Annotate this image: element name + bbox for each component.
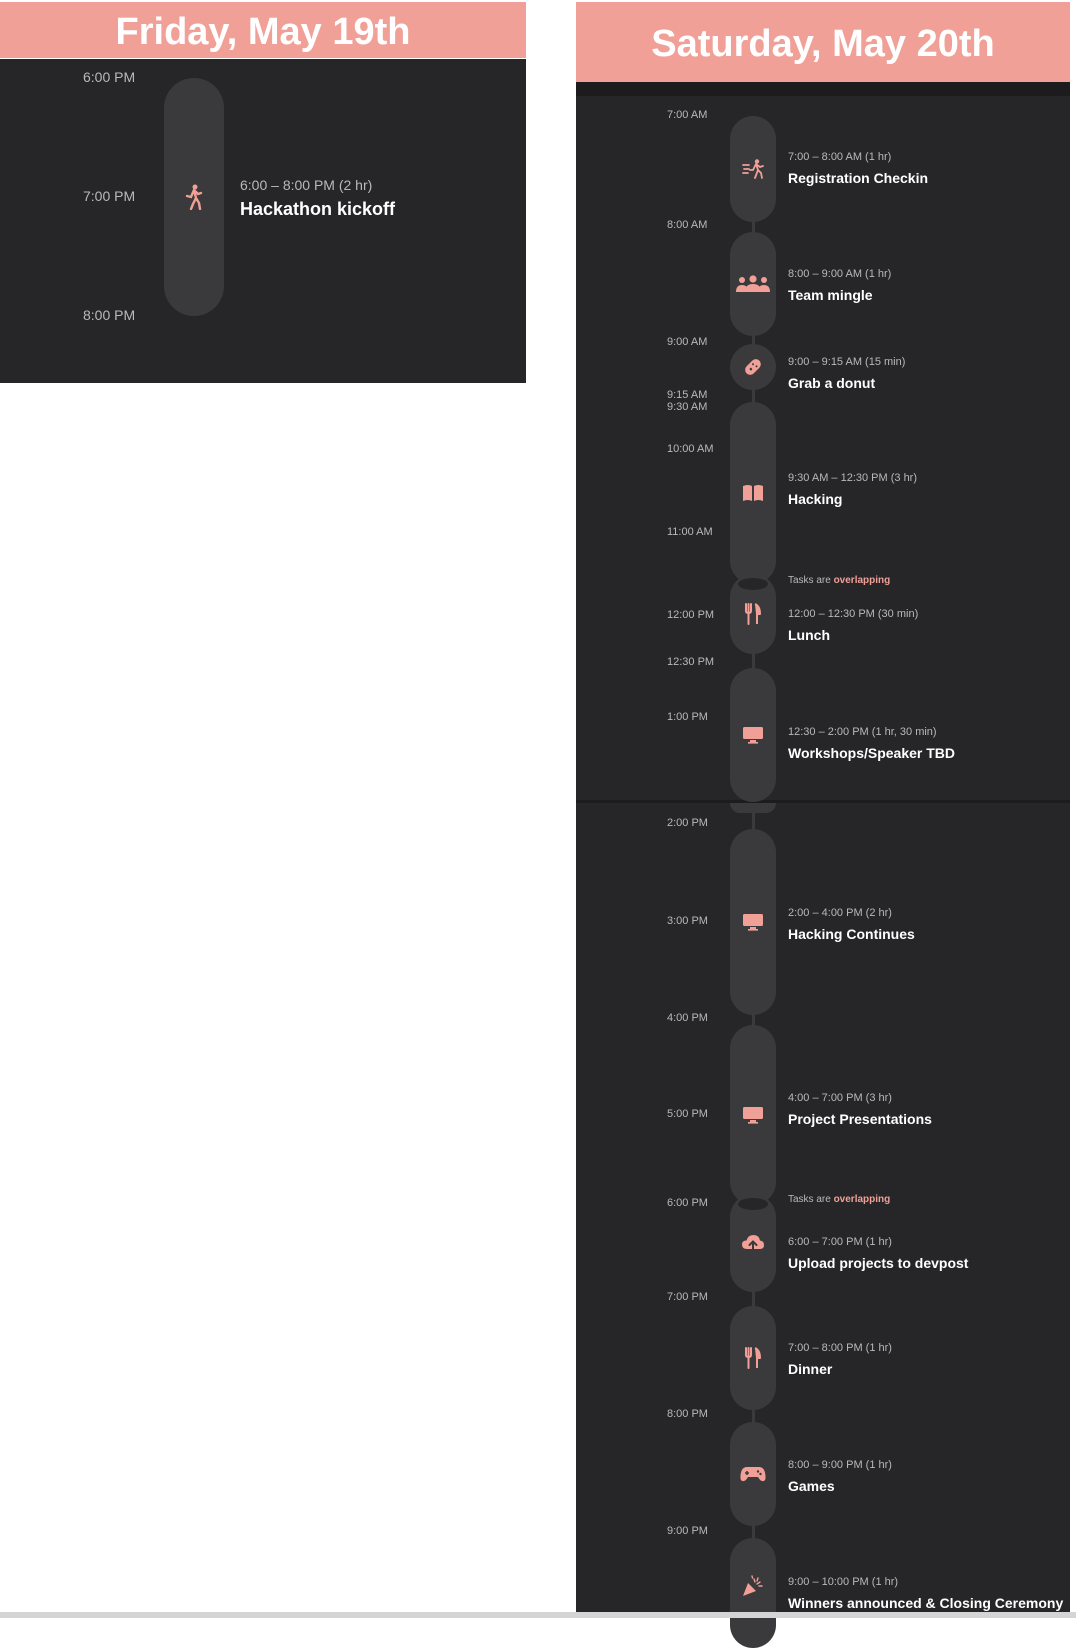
time-label: 7:00 PM (667, 1291, 708, 1303)
event-pill-dinner[interactable] (730, 1306, 776, 1410)
event-pill-hacking[interactable] (730, 402, 776, 584)
time-label: 7:00 AM (667, 109, 708, 121)
event-title: Grab a donut (788, 375, 876, 391)
event-title: Lunch (788, 627, 830, 643)
fork-knife-icon (745, 603, 761, 625)
time-label: 9:00 AM (667, 336, 708, 348)
saturday-header: Saturday, May 20th (576, 2, 1070, 82)
friday-panel: 6:00 PM 7:00 PM 8:00 PM 6:00 – 8:00 PM (… (0, 59, 526, 383)
event-pill-registration-checkin[interactable] (730, 116, 776, 222)
event-time-range: 9:30 AM – 12:30 PM (3 hr) (788, 472, 918, 484)
event-pill-workshops[interactable] (730, 668, 776, 802)
event-pill-team-mingle[interactable] (730, 232, 776, 336)
event-pill-games[interactable] (730, 1422, 776, 1526)
event-time-range: 9:00 – 10:00 PM (1 hr) (788, 1576, 899, 1588)
time-label: 3:00 PM (667, 915, 708, 927)
event-time-range: 7:00 – 8:00 PM (1 hr) (788, 1342, 892, 1354)
monitor-icon (742, 726, 764, 744)
event-time-range: 4:00 – 7:00 PM (3 hr) (788, 1092, 892, 1104)
event-title: Winners announced & Closing Ceremony (788, 1595, 1064, 1611)
party-popper-icon (742, 1575, 764, 1597)
overlap-marker (738, 1198, 768, 1210)
timeline-connector (751, 336, 755, 344)
event-pill-closing-ceremony[interactable] (730, 1538, 776, 1648)
time-label: 12:00 PM (667, 609, 715, 621)
event-time-range: 12:00 – 12:30 PM (30 min) (788, 608, 919, 620)
event-title: Team mingle (788, 287, 873, 303)
timeline-connector (751, 222, 755, 232)
timeline-connector (751, 654, 755, 668)
time-label: 10:00 AM (667, 443, 714, 455)
event-time-range: 9:00 – 9:15 AM (15 min) (788, 356, 906, 368)
time-label: 8:00 AM (667, 219, 708, 231)
event-time-range: 8:00 – 9:00 AM (1 hr) (788, 268, 892, 280)
time-label: 4:00 PM (667, 1012, 708, 1024)
event-title: Workshops/Speaker TBD (788, 745, 956, 761)
donut-icon (742, 356, 764, 378)
event-time-range: 12:30 – 2:00 PM (1 hr, 30 min) (788, 726, 937, 738)
event-time-range: 2:00 – 4:00 PM (2 hr) (788, 907, 892, 919)
event-pill-project-presentations[interactable] (730, 1025, 776, 1205)
time-label: 6:00 PM (667, 1197, 708, 1209)
event-title: Hacking (788, 491, 843, 507)
timeline-connector (751, 390, 755, 402)
event-time-range: 7:00 – 8:00 AM (1 hr) (788, 151, 892, 163)
event-title: Project Presentations (788, 1111, 932, 1127)
time-label: 7:00 PM (83, 188, 136, 204)
friday-header: Friday, May 19th (0, 2, 526, 58)
timeline-connector (751, 1292, 755, 1306)
bottom-bar (0, 1612, 1076, 1618)
event-pill-hackathon-kickoff[interactable] (164, 78, 224, 316)
overlap-marker (738, 578, 768, 590)
header-shadow (576, 82, 1070, 96)
time-label: 8:00 PM (667, 1408, 708, 1420)
section-divider (576, 800, 1070, 803)
event-time-range: 8:00 – 9:00 PM (1 hr) (788, 1459, 892, 1471)
group-icon (736, 275, 770, 293)
time-label: 1:00 PM (667, 711, 708, 723)
timeline-connector (751, 1410, 755, 1422)
book-icon (742, 484, 764, 502)
fork-knife-icon (745, 1347, 761, 1369)
running-person-icon (742, 159, 764, 179)
event-title: Hacking Continues (788, 926, 915, 942)
event-title: Hackathon kickoff (240, 199, 396, 219)
event-time-range: 6:00 – 8:00 PM (2 hr) (240, 177, 373, 193)
monitor-icon (742, 913, 764, 931)
event-title: Dinner (788, 1361, 833, 1377)
timeline-connector (751, 1015, 755, 1025)
saturday-panel: 7:00 AM 8:00 AM 9:00 AM 9:15 AM 9:30 AM … (576, 96, 1070, 1648)
event-pill-grab-a-donut[interactable] (730, 344, 776, 390)
time-label: 6:00 PM (83, 69, 136, 85)
time-label: 2:00 PM (667, 817, 708, 829)
gamepad-icon (740, 1465, 766, 1483)
cloud-upload-icon (741, 1234, 765, 1252)
time-label: 8:00 PM (83, 307, 136, 323)
time-label: 9:30 AM (667, 401, 708, 413)
time-label: 12:30 PM (667, 656, 715, 668)
time-label: 11:00 AM (667, 526, 713, 538)
event-time-range: 6:00 – 7:00 PM (1 hr) (788, 1236, 892, 1248)
timeline-connector (751, 813, 755, 829)
monitor-icon (742, 1106, 764, 1124)
time-label: 5:00 PM (667, 1108, 708, 1120)
event-title: Registration Checkin (788, 170, 929, 186)
walking-person-icon (184, 184, 204, 210)
overlap-warning: Tasks are overlapping (788, 1194, 891, 1205)
event-title: Upload projects to devpost (788, 1255, 969, 1271)
event-title: Games (788, 1478, 835, 1494)
event-pill-hacking-continues[interactable] (730, 829, 776, 1015)
overlap-warning: Tasks are overlapping (788, 575, 891, 586)
event-pill-workshops-continued (730, 803, 776, 813)
time-label: 9:15 AM (667, 389, 708, 401)
time-label: 9:00 PM (667, 1525, 708, 1537)
timeline-connector (751, 1526, 755, 1538)
